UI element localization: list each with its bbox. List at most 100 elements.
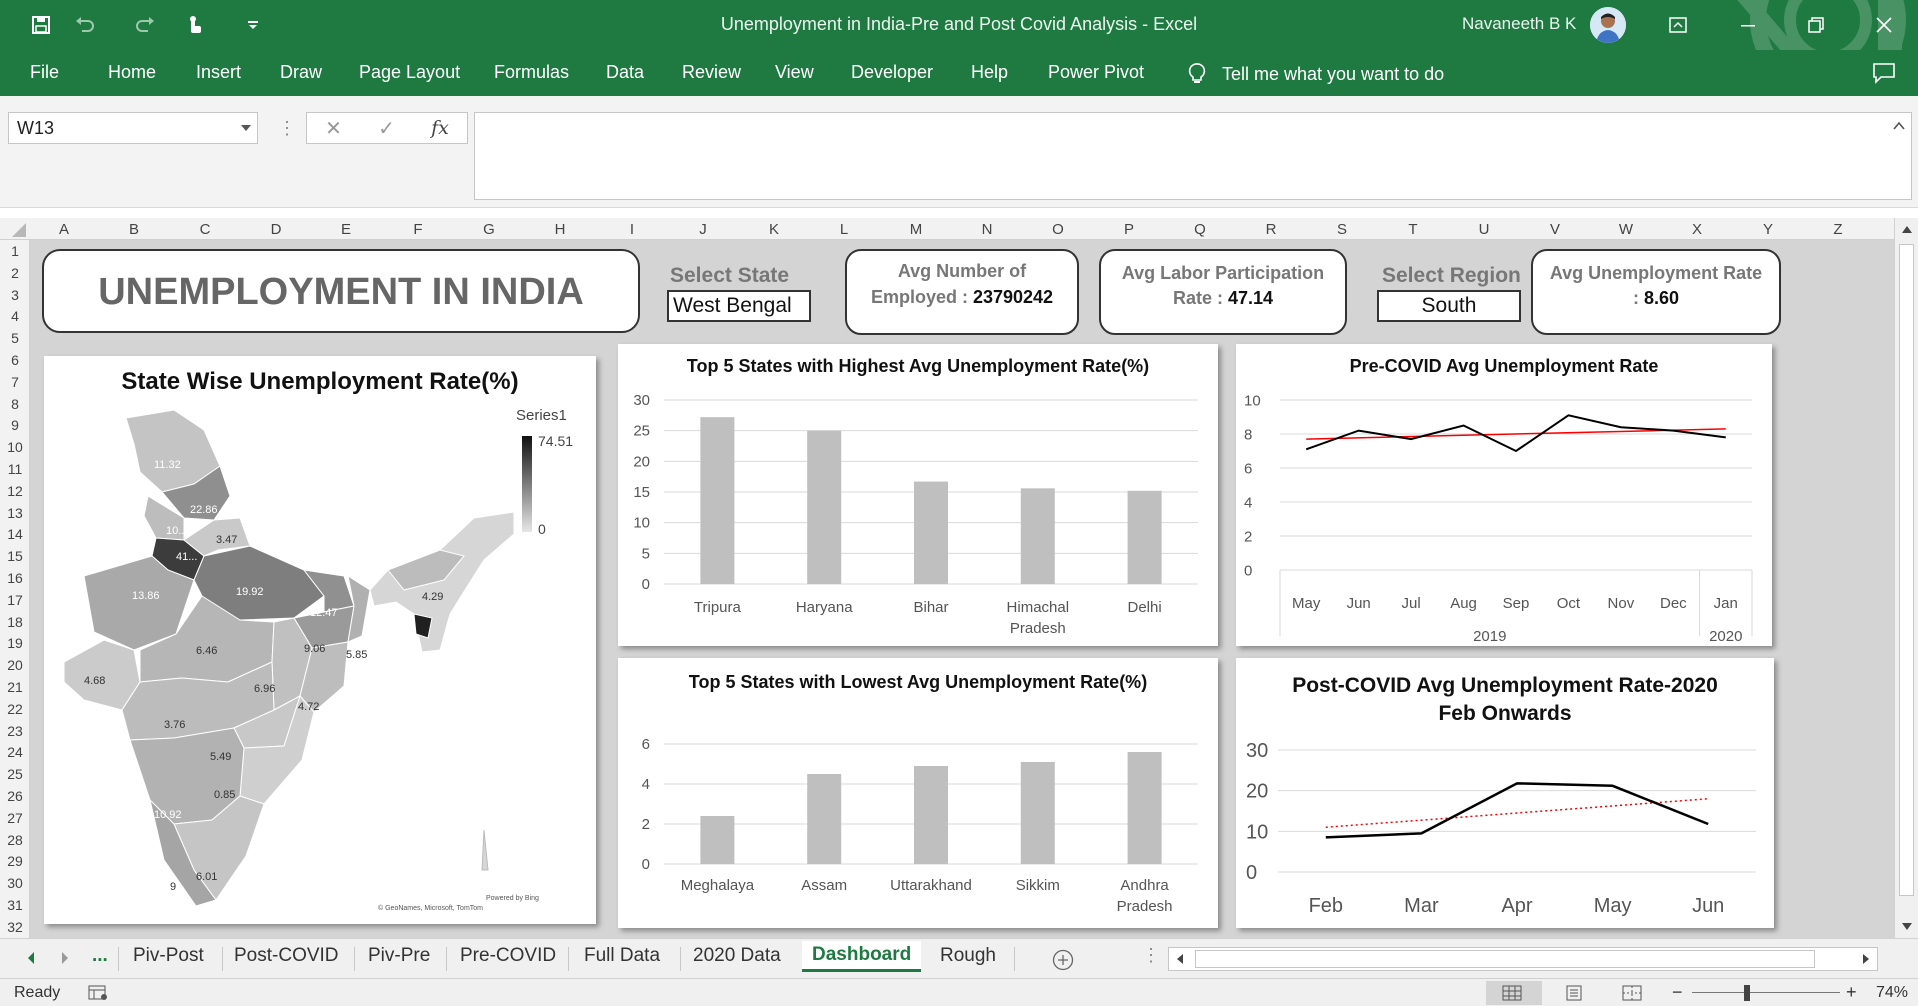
column-header-m[interactable]: M [906,221,926,238]
sheet-tab-pre-covid[interactable]: Pre-COVID [460,945,556,967]
insert-function-icon[interactable]: fx [431,117,449,139]
sheet-tab-rough[interactable]: Rough [940,945,996,967]
scroll-right-icon[interactable] [1861,953,1871,965]
row-header-24[interactable]: 24 [0,744,30,760]
sheet-prev-icon[interactable] [26,951,36,965]
select-region-cell[interactable]: South [1377,290,1521,322]
tab-draw[interactable]: Draw [280,62,322,83]
row-header-15[interactable]: 15 [0,548,30,564]
row-header-10[interactable]: 10 [0,439,30,455]
column-header-t[interactable]: T [1403,221,1423,238]
horizontal-scroll-thumb[interactable] [1195,950,1815,968]
zoom-out-button[interactable]: − [1672,982,1683,1003]
column-header-y[interactable]: Y [1758,221,1778,238]
column-header-d[interactable]: D [266,221,286,238]
formula-bar-grip[interactable]: ⋮ [278,118,296,139]
worksheet-grid[interactable]: UNEMPLOYMENT IN INDIA Select State West … [30,240,1894,938]
row-header-30[interactable]: 30 [0,875,30,891]
column-header-p[interactable]: P [1119,221,1139,238]
row-header-23[interactable]: 23 [0,723,30,739]
chevron-down-icon[interactable] [241,125,251,131]
pre-covid-chart[interactable]: Pre-COVID Avg Unemployment Rate 0 2 4 6 8 10 M… [1236,344,1772,646]
avatar[interactable] [1590,7,1626,43]
tab-review[interactable]: Review [682,62,741,83]
column-header-r[interactable]: R [1261,221,1281,238]
normal-view-icon[interactable] [1502,985,1522,1001]
tell-me-search[interactable]: Tell me what you want to do [1186,62,1444,86]
column-header-s[interactable]: S [1332,221,1352,238]
close-icon[interactable] [1864,10,1904,40]
column-header-n[interactable]: N [977,221,997,238]
row-header-16[interactable]: 16 [0,570,30,586]
row-header-12[interactable]: 12 [0,483,30,499]
top5-highest-chart[interactable]: Top 5 States with Highest Avg Unemployme… [618,344,1218,646]
horizontal-scrollbar[interactable] [1168,947,1878,971]
column-header-o[interactable]: O [1048,221,1068,238]
sheet-tab-full-data[interactable]: Full Data [584,945,660,967]
column-header-k[interactable]: K [764,221,784,238]
column-header-f[interactable]: F [408,221,428,238]
row-header-32[interactable]: 32 [0,919,30,935]
row-header-5[interactable]: 5 [0,330,30,346]
row-header-14[interactable]: 14 [0,526,30,542]
top5-lowest-chart[interactable]: Top 5 States with Lowest Avg Unemploymen… [618,658,1218,928]
column-header-g[interactable]: G [479,221,499,238]
name-box[interactable]: W13 [8,112,258,144]
column-header-l[interactable]: L [834,221,854,238]
formula-input[interactable] [474,112,1912,200]
row-header-4[interactable]: 4 [0,308,30,324]
vertical-scroll-thumb[interactable] [1899,244,1914,896]
row-header-1[interactable]: 1 [0,243,30,259]
row-header-2[interactable]: 2 [0,265,30,281]
collapse-formula-icon[interactable] [1893,121,1905,131]
sheet-tab-piv-pre[interactable]: Piv-Pre [368,945,430,967]
row-header-21[interactable]: 21 [0,679,30,695]
scroll-left-icon[interactable] [1175,953,1185,965]
tab-insert[interactable]: Insert [196,62,241,83]
column-header-j[interactable]: J [693,221,713,238]
row-header-25[interactable]: 25 [0,766,30,782]
row-header-8[interactable]: 8 [0,396,30,412]
column-header-v[interactable]: V [1545,221,1565,238]
tab-split-grip[interactable]: ⋮ [1142,945,1160,966]
comments-icon[interactable] [1872,62,1896,89]
zoom-in-button[interactable]: + [1846,982,1857,1003]
column-header-a[interactable]: A [54,221,74,238]
enter-icon[interactable]: ✓ [378,116,395,141]
tab-developer[interactable]: Developer [851,62,933,83]
page-break-view-icon[interactable] [1622,985,1642,1001]
row-header-13[interactable]: 13 [0,505,30,521]
column-header-c[interactable]: C [195,221,215,238]
row-header-11[interactable]: 11 [0,461,30,477]
row-header-20[interactable]: 20 [0,657,30,673]
row-header-3[interactable]: 3 [0,287,30,303]
row-header-29[interactable]: 29 [0,853,30,869]
zoom-slider-track[interactable] [1692,992,1840,993]
column-header-q[interactable]: Q [1190,221,1210,238]
sheet-tab-dashboard[interactable]: Dashboard [802,941,922,972]
row-header-7[interactable]: 7 [0,374,30,390]
zoom-slider-thumb[interactable] [1744,985,1750,1001]
add-sheet-icon[interactable] [1052,949,1074,971]
column-header-h[interactable]: H [550,221,570,238]
select-state-cell[interactable]: West Bengal [667,290,811,322]
row-header-6[interactable]: 6 [0,352,30,368]
column-header-i[interactable]: I [622,221,642,238]
minimize-icon[interactable] [1728,10,1768,40]
page-layout-view-icon[interactable] [1564,985,1584,1001]
restore-icon[interactable] [1796,10,1836,40]
vertical-scrollbar[interactable] [1894,218,1918,938]
state-map-chart[interactable]: State Wise Unemployment Rate(%) 11.32 22… [44,356,596,924]
user-name[interactable]: Navaneeth B K [1462,14,1576,34]
sheet-tab-post-covid[interactable]: Post-COVID [234,945,339,967]
row-header-17[interactable]: 17 [0,592,30,608]
scroll-up-icon[interactable] [1901,224,1913,234]
tab-help[interactable]: Help [971,62,1008,83]
tab-home[interactable]: Home [108,62,156,83]
zoom-level[interactable]: 74% [1876,984,1908,1002]
column-header-w[interactable]: W [1616,221,1636,238]
tab-power-pivot[interactable]: Power Pivot [1048,62,1144,83]
row-header-31[interactable]: 31 [0,897,30,913]
cancel-icon[interactable]: ✕ [325,116,342,141]
row-header-28[interactable]: 28 [0,832,30,848]
